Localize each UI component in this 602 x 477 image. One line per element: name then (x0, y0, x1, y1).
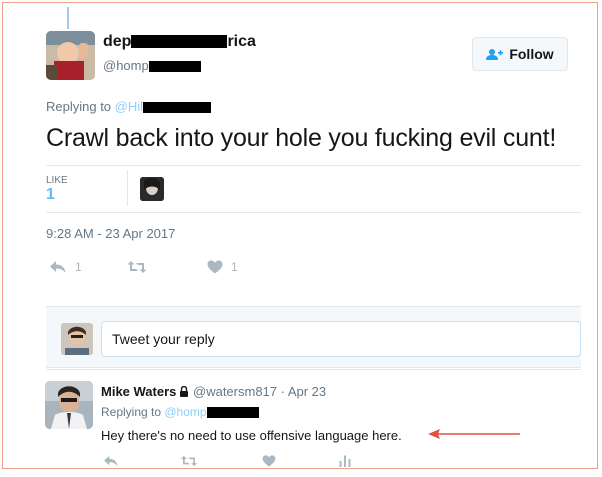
heart-icon (262, 455, 276, 467)
divider (127, 170, 128, 206)
follow-button[interactable]: Follow (472, 37, 568, 71)
like-action[interactable]: 1 (207, 260, 238, 274)
retweet-icon (180, 455, 198, 467)
tweet-text: Crawl back into your hole you fucking ev… (46, 124, 557, 152)
reply-author-meta[interactable]: @watersm817 · Apr 23 (189, 384, 326, 399)
reply-tweet-analytics-action[interactable] (339, 455, 351, 467)
replying-handle-link[interactable]: @Hil (115, 99, 143, 114)
heart-icon (207, 260, 223, 274)
divider (46, 212, 581, 213)
retweet-icon (127, 261, 147, 273)
likes-count[interactable]: 1 (46, 186, 55, 204)
current-user-avatar (61, 323, 93, 355)
lock-icon (180, 386, 189, 397)
reply-count: 1 (75, 260, 82, 274)
reply-author-header: Mike Waters @watersm817 · Apr 23 (101, 384, 326, 399)
reply-tweet-like-action[interactable] (262, 455, 276, 467)
redaction-bar (206, 407, 259, 419)
author-name[interactable]: dep rica (103, 33, 256, 51)
redaction-bar (148, 61, 201, 73)
follow-label: Follow (509, 46, 554, 62)
reply-author-name[interactable]: Mike Waters (101, 384, 176, 399)
retweet-action[interactable] (127, 260, 147, 274)
analytics-icon (339, 455, 351, 467)
replying-handle-link[interactable]: @homp (164, 405, 206, 419)
tweet-timestamp[interactable]: 9:28 AM - 23 Apr 2017 (46, 226, 175, 241)
reply-action[interactable]: 1 (49, 260, 82, 274)
screenshot-frame: dep rica @homp Follow Replying to @Hil Cr… (2, 2, 598, 469)
author-handle[interactable]: @homp (103, 58, 201, 73)
reply-input[interactable]: Tweet your reply (101, 321, 581, 357)
reply-icon (50, 261, 66, 273)
reply-icon (104, 455, 118, 467)
divider (46, 165, 581, 166)
reply-tweet-reply-action[interactable] (103, 455, 119, 467)
divider (46, 369, 581, 370)
replying-to: Replying to @homp (101, 405, 259, 419)
add-user-icon (486, 48, 504, 60)
text-cursor (67, 7, 69, 29)
like-count: 1 (231, 260, 238, 274)
redaction-bar (143, 102, 212, 114)
author-avatar[interactable] (46, 31, 95, 80)
arrow-annotation-icon (428, 429, 520, 439)
liker-avatar[interactable] (140, 177, 164, 201)
reply-tweet-text: Hey there's no need to use offensive lan… (101, 428, 402, 443)
reply-tweet-retweet-action[interactable] (180, 455, 198, 467)
redaction-bar (131, 35, 228, 49)
likes-label: LIKE (46, 175, 68, 186)
reply-author-avatar[interactable] (45, 381, 93, 429)
replying-to: Replying to @Hil (46, 99, 212, 114)
